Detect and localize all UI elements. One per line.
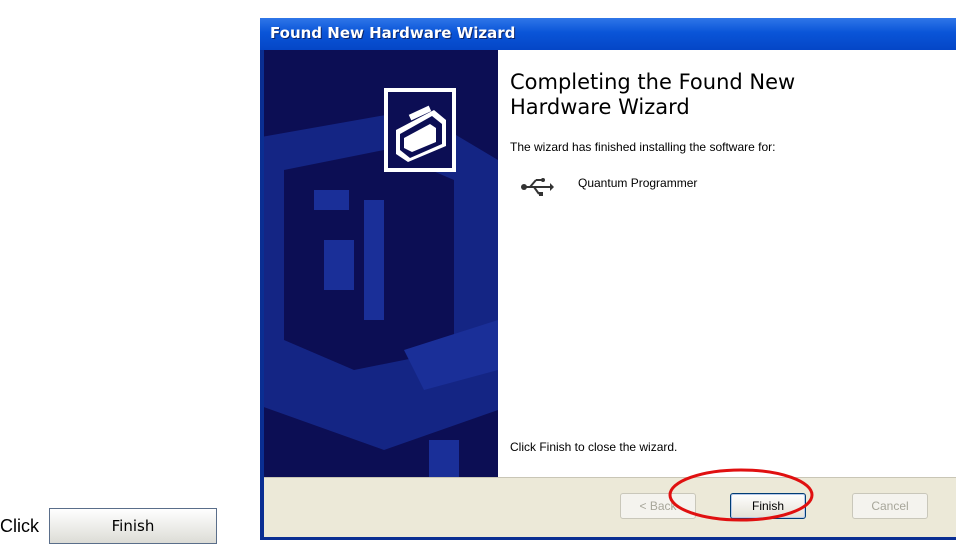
- title-bar: Found New Hardware Wizard: [260, 18, 956, 50]
- wizard-side-panel: [264, 50, 498, 477]
- intro-text: The wizard has finished installing the s…: [510, 140, 776, 154]
- wizard-content: Completing the Found New Hardware Wizard…: [498, 50, 956, 477]
- device-name: Quantum Programmer: [578, 176, 698, 190]
- cancel-button[interactable]: Cancel: [852, 493, 928, 519]
- window-title: Found New Hardware Wizard: [270, 24, 516, 42]
- side-panel-graphic: [264, 88, 498, 477]
- wizard-window: Found New Hardware Wizard Completing the…: [260, 18, 956, 540]
- usb-icon: [520, 175, 554, 204]
- closing-text: Click Finish to close the wizard.: [510, 440, 678, 454]
- click-instruction-label: Click: [0, 516, 39, 536]
- highlight-circle: [668, 468, 814, 522]
- page-title: Completing the Found New Hardware Wizard: [510, 70, 796, 119]
- finish-button-sample: Finish: [49, 508, 217, 544]
- button-bar: < Back Finish Cancel: [264, 477, 956, 537]
- hardware-icon: [384, 88, 456, 172]
